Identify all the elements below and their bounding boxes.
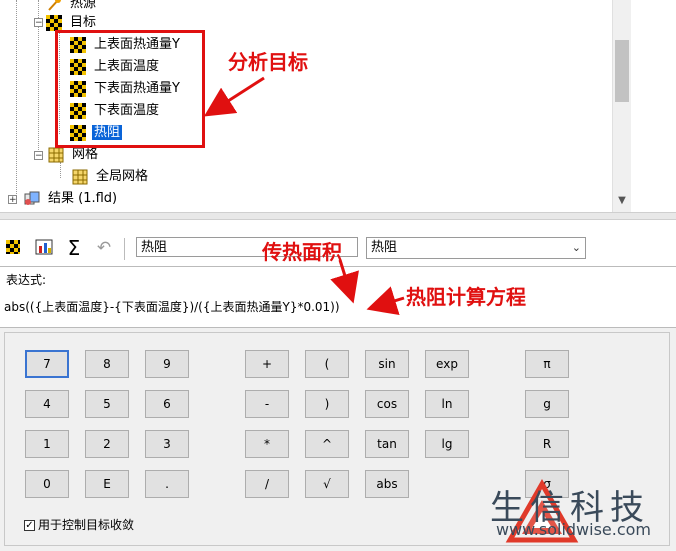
arrow-to-goals [203, 76, 265, 117]
arrow-to-equation [366, 286, 405, 316]
arrow-to-area [330, 259, 359, 304]
logo-url: www.solidwise.com [496, 520, 652, 539]
annotation-arrows [203, 76, 405, 316]
